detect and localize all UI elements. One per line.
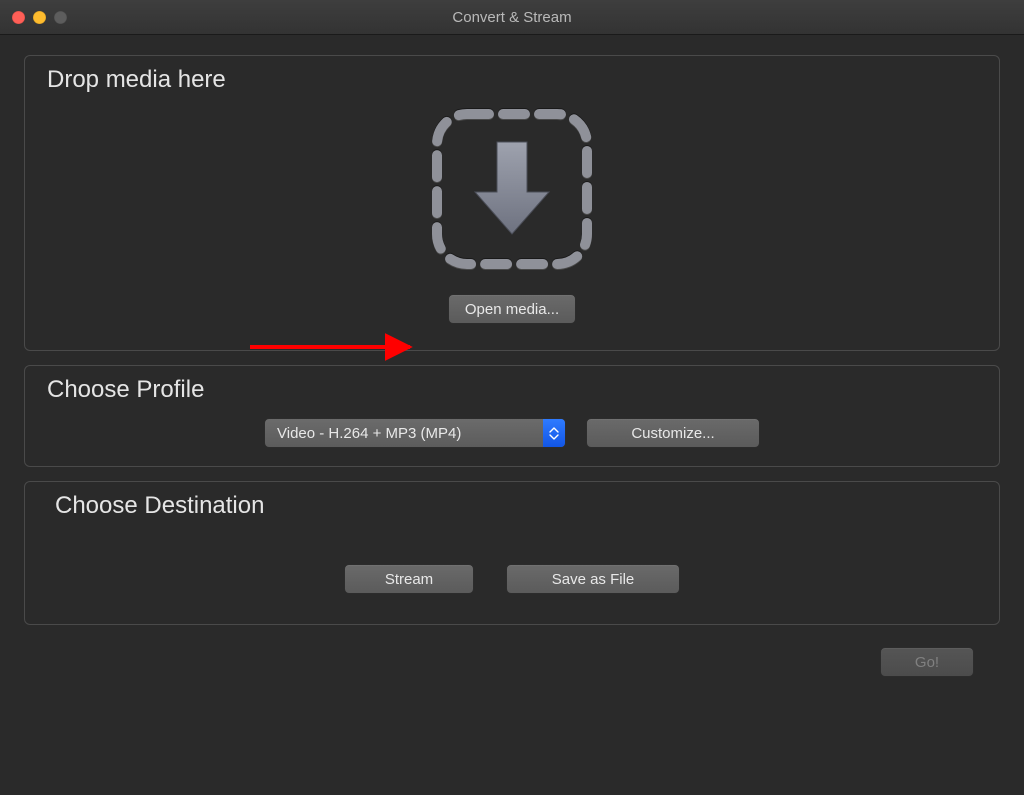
open-media-label: Open media... xyxy=(465,301,559,318)
drop-media-title: Drop media here xyxy=(47,66,999,94)
minimize-icon[interactable] xyxy=(33,11,46,24)
open-media-button[interactable]: Open media... xyxy=(448,294,576,324)
go-button[interactable]: Go! xyxy=(880,647,974,677)
choose-destination-panel: Choose Destination Stream Save as File xyxy=(24,481,1000,625)
drop-media-panel: Drop media here Open media xyxy=(24,55,1000,351)
profile-select-value: Video - H.264 + MP3 (MP4) xyxy=(265,425,543,442)
save-as-file-label: Save as File xyxy=(552,571,635,588)
stream-button[interactable]: Stream xyxy=(344,564,474,594)
choose-profile-panel: Choose Profile Video - H.264 + MP3 (MP4)… xyxy=(24,365,1000,467)
download-arrow-icon xyxy=(427,104,597,274)
customize-button[interactable]: Customize... xyxy=(586,418,760,448)
close-icon[interactable] xyxy=(12,11,25,24)
save-as-file-button[interactable]: Save as File xyxy=(506,564,680,594)
choose-destination-title: Choose Destination xyxy=(55,492,999,520)
customize-label: Customize... xyxy=(631,425,714,442)
choose-profile-title: Choose Profile xyxy=(47,376,999,404)
go-label: Go! xyxy=(915,654,939,671)
window-title: Convert & Stream xyxy=(0,9,1024,26)
window-controls xyxy=(12,11,67,24)
drop-zone[interactable] xyxy=(427,104,597,274)
profile-select[interactable]: Video - H.264 + MP3 (MP4) xyxy=(264,418,566,448)
updown-chevrons-icon xyxy=(543,419,565,447)
stream-label: Stream xyxy=(385,571,433,588)
zoom-icon[interactable] xyxy=(54,11,67,24)
window-titlebar: Convert & Stream xyxy=(0,0,1024,35)
